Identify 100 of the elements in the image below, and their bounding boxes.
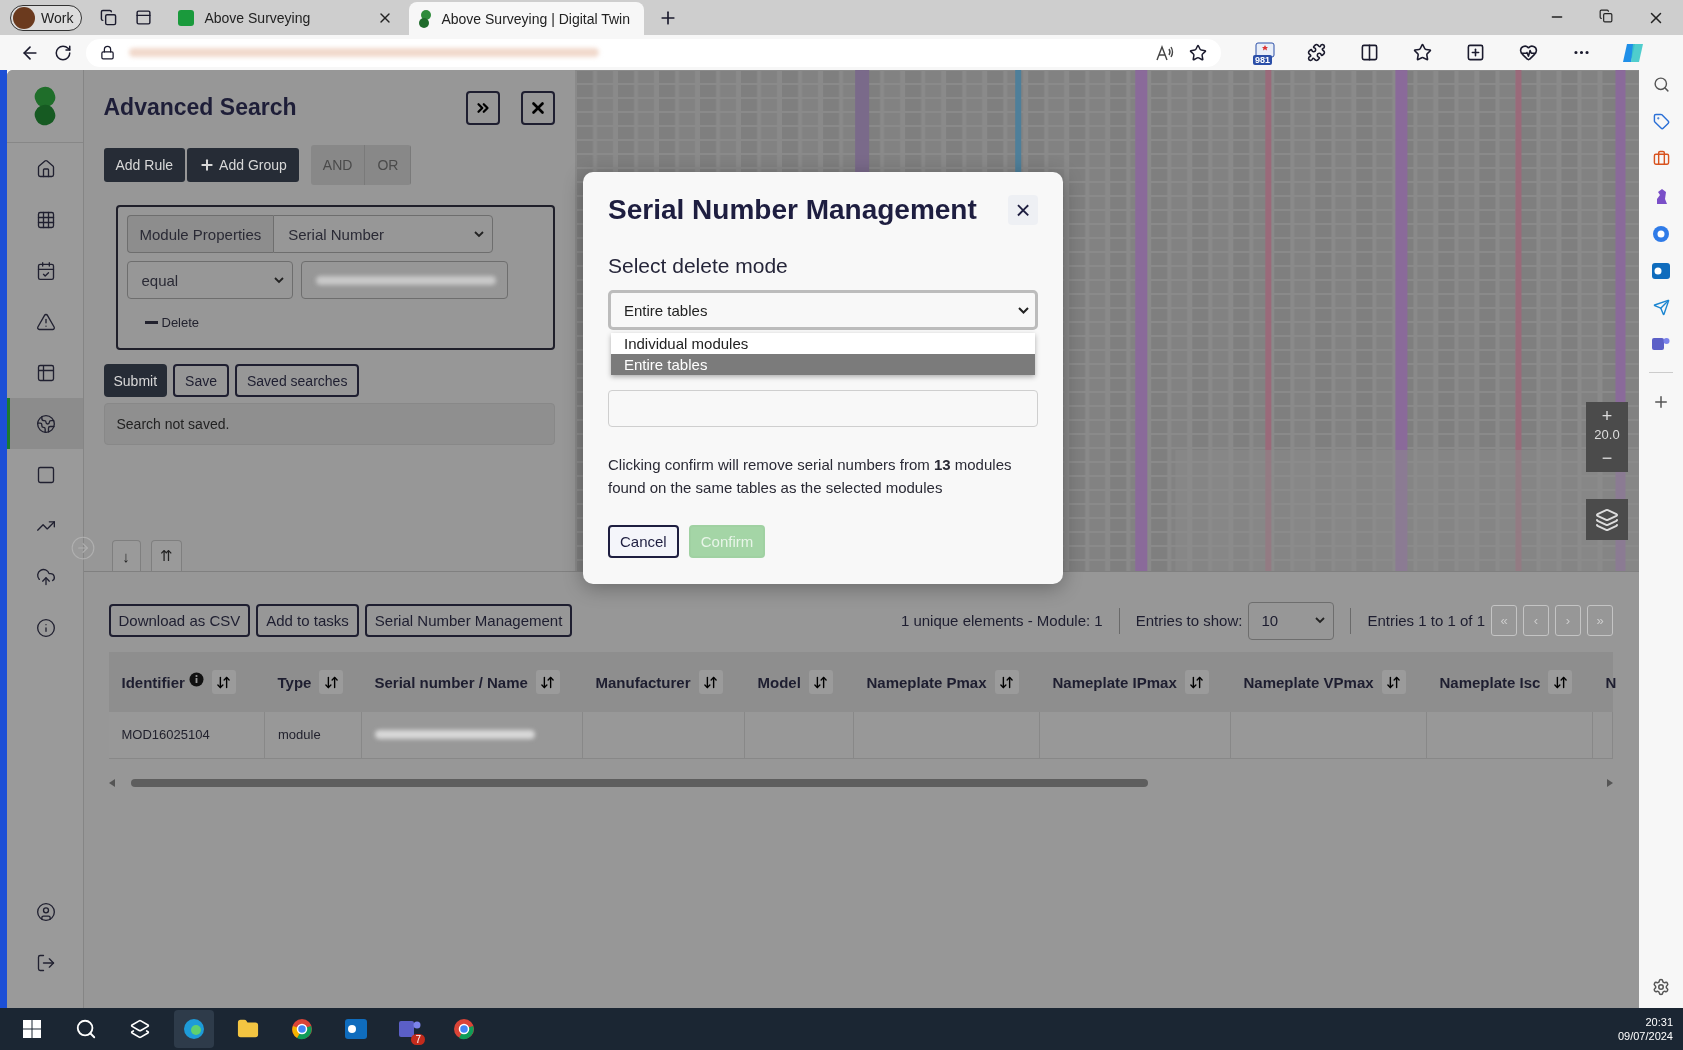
tab-actions-icon[interactable]	[135, 9, 153, 26]
notification-count: 981	[1253, 54, 1273, 65]
entries-select[interactable]: 10	[1248, 601, 1335, 640]
favorite-star-icon[interactable]	[1189, 43, 1207, 62]
add-group-button[interactable]: Add Group	[187, 148, 299, 182]
column-header: Nameplate IPmax	[1052, 673, 1177, 691]
confirm-note: Clicking confirm will remove serial numbers from 13 modules found on the same tables as the selected modules	[608, 455, 1013, 498]
search-icon[interactable]	[1652, 76, 1670, 93]
add-icon[interactable]	[1652, 393, 1670, 411]
chevron-icon	[474, 230, 485, 238]
circle-app-icon[interactable]	[1652, 225, 1670, 243]
search-action-button[interactable]: Saved searches	[235, 364, 360, 397]
profile-button[interactable]: Work	[10, 4, 83, 31]
sort-button[interactable]	[808, 670, 833, 694]
chevron-icon	[1315, 617, 1326, 624]
panel-tab[interactable]: ⇈	[150, 540, 182, 571]
team-app-icon[interactable]	[1652, 336, 1670, 352]
sort-button[interactable]	[1381, 670, 1406, 694]
sort-button[interactable]	[698, 670, 723, 694]
restore-icon[interactable]	[1599, 8, 1613, 23]
zoom-out-button[interactable]: −	[1601, 447, 1613, 469]
panel-title: Advanced Search	[103, 94, 297, 121]
sort-button[interactable]	[319, 670, 344, 694]
extensions-icon[interactable]	[1307, 43, 1326, 62]
panel-tab[interactable]: ↓	[111, 540, 141, 571]
sort-button[interactable]	[535, 670, 560, 694]
browser-tab[interactable]: Above Surveying	[168, 3, 404, 32]
taskbar-item[interactable]	[174, 1010, 214, 1048]
user-icon[interactable]	[36, 901, 57, 922]
table-icon[interactable]	[36, 362, 57, 383]
mail-app-icon[interactable]	[1652, 263, 1670, 279]
search-action-button[interactable]: Submit	[103, 364, 168, 397]
sort-button[interactable]	[1184, 670, 1209, 694]
home-icon[interactable]	[36, 158, 57, 179]
calendar-extension-icon[interactable]	[1255, 41, 1275, 58]
info-icon[interactable]	[36, 617, 57, 638]
settings-icon[interactable]	[1652, 978, 1670, 996]
add-rule-button[interactable]: Add Rule	[103, 148, 186, 182]
delete-button[interactable]: Delete	[144, 315, 517, 330]
grid-icon[interactable]	[36, 209, 57, 230]
dropdown-option[interactable]: Individual modules	[611, 333, 1035, 354]
browser-tab[interactable]: Above Surveying | Digital Twin	[409, 2, 645, 35]
browser-essentials-icon[interactable]	[1519, 43, 1538, 62]
scroll-right-icon[interactable]	[1606, 778, 1613, 787]
minus-icon	[144, 321, 158, 324]
calendar-check-icon[interactable]	[36, 260, 57, 281]
layers-icon	[1595, 507, 1619, 532]
horizontal-scrollbar[interactable]	[108, 778, 1613, 787]
delete-mode-select[interactable]: Entire tables	[608, 290, 1038, 330]
dialog-title: Serial Number Management	[608, 194, 977, 226]
sort-button[interactable]	[994, 670, 1019, 694]
input-field[interactable]	[608, 390, 1038, 427]
table-action-button[interactable]: Download as CSV	[108, 604, 251, 637]
layers-button[interactable]	[1586, 499, 1628, 540]
cloud-upload-icon[interactable]	[36, 566, 57, 587]
send-icon[interactable]	[1652, 299, 1670, 316]
tab-title: Above Surveying	[204, 9, 312, 26]
taskbar-item[interactable]: 7	[390, 1010, 430, 1048]
copilot-icon[interactable]	[1621, 41, 1645, 64]
avatar	[13, 6, 35, 29]
close-button[interactable]: ×	[1008, 195, 1038, 225]
sort-icon	[1189, 674, 1205, 690]
collections-icon[interactable]	[1466, 43, 1485, 62]
logout-icon[interactable]	[36, 952, 57, 973]
table-action-button[interactable]: Add to tasks	[256, 604, 359, 637]
tag-icon[interactable]	[1652, 113, 1670, 130]
square-icon[interactable]	[36, 464, 57, 485]
sort-icon	[999, 674, 1015, 690]
value-field[interactable]	[300, 261, 508, 299]
info-icon[interactable]	[188, 671, 204, 687]
browser-icon	[453, 1018, 475, 1040]
expand-button[interactable]	[465, 90, 500, 125]
clock-date: 09/07/2024	[1617, 1030, 1673, 1042]
reload-icon[interactable]	[54, 43, 72, 62]
dialog-button[interactable]: Cancel	[608, 525, 679, 558]
sort-icon	[1386, 674, 1402, 690]
operator-select[interactable]: equal	[126, 261, 293, 299]
search-action-button[interactable]: Save	[173, 364, 229, 397]
scrollbar-thumb[interactable]	[130, 778, 1148, 787]
sidebar-item[interactable]	[7, 398, 83, 449]
zoom-in-button[interactable]: +	[1601, 405, 1613, 427]
warning-icon[interactable]	[36, 311, 57, 332]
table-action-button[interactable]: Serial Number Management	[364, 604, 573, 637]
dropdown-option[interactable]: Entire tables	[611, 354, 1035, 375]
sort-button[interactable]	[211, 670, 236, 694]
address-field[interactable]	[86, 38, 1221, 67]
column-header: Nameplate Pmax	[866, 673, 987, 691]
globe-icon[interactable]	[36, 413, 57, 434]
scroll-left-icon[interactable]	[108, 778, 115, 787]
favorites-icon[interactable]	[1413, 43, 1432, 62]
split-screen-icon[interactable]	[1360, 43, 1379, 62]
close-button[interactable]	[520, 90, 555, 125]
sort-button[interactable]	[1548, 670, 1573, 694]
table-cell: MOD16025104	[108, 712, 265, 758]
logo-icon	[419, 9, 432, 28]
field-select[interactable]: Serial Number	[273, 215, 494, 253]
read-aloud-icon[interactable]	[1155, 43, 1175, 62]
briefcase-icon[interactable]	[1652, 150, 1670, 167]
folder-icon	[237, 1018, 259, 1040]
workspaces-icon[interactable]	[100, 9, 118, 26]
